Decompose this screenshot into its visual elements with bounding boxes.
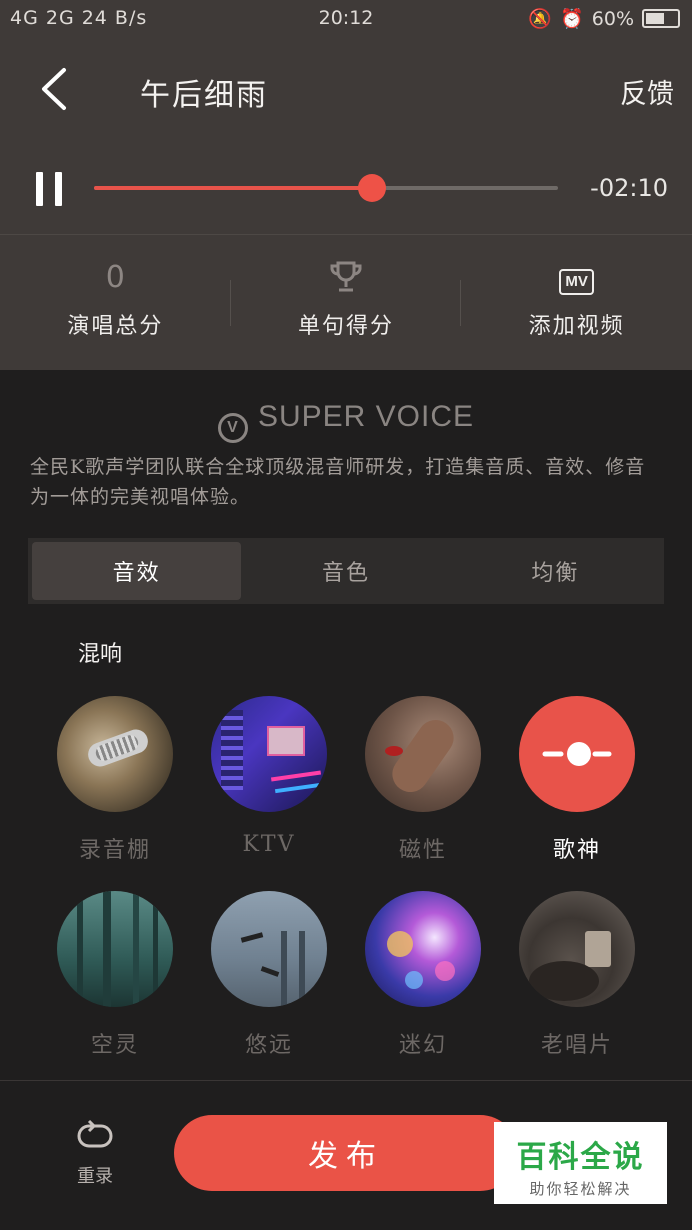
watermark-title: 百科全说 bbox=[516, 1140, 645, 1175]
ethereal-thumbnail bbox=[57, 891, 173, 1007]
total-score-label: 演唱总分 bbox=[67, 314, 164, 339]
magnetic-thumbnail bbox=[365, 696, 481, 812]
mute-icon: 🔕 bbox=[528, 8, 553, 30]
effect-name: KTV bbox=[242, 832, 296, 857]
studio-thumbnail bbox=[57, 696, 173, 812]
effect-name: 悠远 bbox=[244, 1033, 293, 1058]
effect-name: 磁性 bbox=[398, 838, 447, 863]
psychedelic-thumbnail bbox=[365, 891, 481, 1007]
add-video[interactable]: MV 添加视频 bbox=[461, 240, 692, 370]
ktv-thumbnail bbox=[211, 696, 327, 812]
distant-thumbnail bbox=[211, 891, 327, 1007]
title-bar: 午后细雨 反馈 bbox=[0, 48, 692, 132]
effect-magnetic[interactable]: 磁性 bbox=[358, 696, 488, 864]
progress-handle[interactable] bbox=[358, 174, 387, 202]
stat-divider bbox=[230, 280, 231, 326]
super-voice-logo: V SUPER VOICE bbox=[0, 400, 692, 443]
tab-sound-effect[interactable]: 音效 bbox=[32, 542, 242, 600]
slider-icon bbox=[542, 742, 612, 766]
effect-singer-god[interactable]: 歌神 bbox=[512, 696, 642, 864]
stat-divider bbox=[460, 280, 461, 326]
publish-button[interactable]: 发布 bbox=[174, 1115, 518, 1191]
effect-tabs: 音效 音色 均衡 bbox=[28, 538, 664, 604]
line-score[interactable]: 单句得分 bbox=[231, 240, 462, 370]
super-voice-description: 全民K歌声学团队联合全球顶级混音师研发，打造集音质、音效、修音为一体的完美视唱体… bbox=[30, 456, 646, 508]
progress-fill bbox=[94, 186, 373, 190]
selected-effect-thumbnail bbox=[519, 696, 635, 812]
effect-ethereal[interactable]: 空灵 bbox=[50, 891, 180, 1059]
playback-bar: -02:10 bbox=[0, 150, 692, 230]
rerecord-icon bbox=[77, 1119, 113, 1148]
back-arrow-icon[interactable] bbox=[36, 66, 76, 112]
effect-old-record[interactable]: 老唱片 bbox=[512, 891, 642, 1059]
score-stats: 0 演唱总分 单句得分 MV 添加视频 bbox=[0, 240, 692, 370]
total-score[interactable]: 0 演唱总分 bbox=[0, 240, 231, 370]
total-score-value: 0 bbox=[105, 260, 125, 295]
battery-icon bbox=[642, 9, 680, 28]
song-title: 午后细雨 bbox=[140, 78, 268, 113]
effect-name: 空灵 bbox=[90, 1033, 139, 1058]
tab-timbre[interactable]: 音色 bbox=[241, 542, 450, 600]
effect-name: 迷幻 bbox=[398, 1033, 447, 1058]
super-voice-mark: V bbox=[217, 413, 248, 443]
super-voice-text: SUPER VOICE bbox=[257, 400, 475, 433]
status-bar: 4G 2G 24 B/s 20:12 🔕 ⏰ 60% bbox=[0, 0, 692, 38]
status-right: 🔕 ⏰ 60% bbox=[528, 7, 680, 30]
effect-ktv[interactable]: KTV bbox=[204, 696, 334, 857]
rerecord-button[interactable]: 重录 bbox=[60, 1118, 130, 1188]
bottom-divider bbox=[0, 1080, 692, 1081]
line-score-label: 单句得分 bbox=[298, 314, 395, 339]
pause-button[interactable] bbox=[36, 172, 62, 206]
mv-camera-icon: MV bbox=[559, 269, 594, 295]
old-record-thumbnail bbox=[519, 891, 635, 1007]
watermark-badge: 百科全说 助你轻松解决 bbox=[494, 1122, 667, 1204]
progress-track[interactable] bbox=[94, 186, 558, 190]
effect-psychedelic[interactable]: 迷幻 bbox=[358, 891, 488, 1059]
remaining-time: -02:10 bbox=[590, 174, 668, 202]
effect-studio[interactable]: 录音棚 bbox=[50, 696, 180, 864]
rerecord-label: 重录 bbox=[77, 1166, 113, 1187]
trophy-icon bbox=[330, 261, 362, 292]
divider bbox=[0, 234, 692, 235]
battery-level: 60% bbox=[591, 7, 634, 30]
effect-name: 录音棚 bbox=[78, 838, 151, 863]
alarm-icon: ⏰ bbox=[560, 8, 584, 30]
feedback-button[interactable]: 反馈 bbox=[620, 72, 674, 111]
tab-equalizer[interactable]: 均衡 bbox=[451, 542, 660, 600]
watermark-subtitle: 助你轻松解决 bbox=[529, 1180, 632, 1198]
add-video-label: 添加视频 bbox=[528, 314, 625, 339]
effect-name: 老唱片 bbox=[540, 1033, 613, 1058]
effect-distant[interactable]: 悠远 bbox=[204, 891, 334, 1059]
effect-name: 歌神 bbox=[552, 838, 601, 863]
section-label-reverb: 混响 bbox=[78, 642, 123, 667]
